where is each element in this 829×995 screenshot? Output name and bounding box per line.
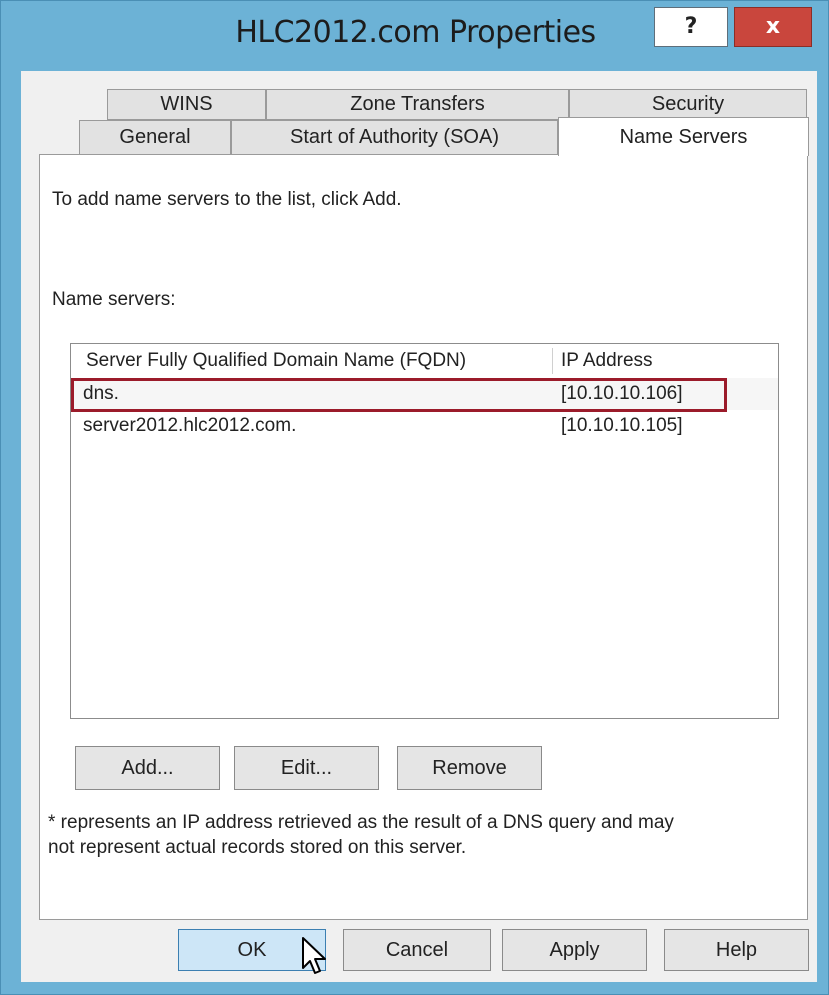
tab-start-of-authority[interactable]: Start of Authority (SOA) <box>231 120 558 155</box>
name-servers-list[interactable]: Server Fully Qualified Domain Name (FQDN… <box>70 343 779 719</box>
help-title-button[interactable]: ? <box>654 7 728 47</box>
cancel-button[interactable]: Cancel <box>343 929 491 971</box>
tab-wins[interactable]: WINS <box>107 89 266 120</box>
column-divider[interactable] <box>552 348 553 374</box>
tab-security[interactable]: Security <box>569 89 807 120</box>
highlight-box <box>71 378 727 412</box>
row-ip-address: [10.10.10.105] <box>561 415 683 436</box>
mouse-cursor-icon <box>302 937 326 974</box>
row-fqdn: server2012.hlc2012.com. <box>83 415 297 436</box>
dialog-client-area: WINS Zone Transfers Security General Sta… <box>21 71 817 982</box>
name-servers-label: Name servers: <box>52 289 176 310</box>
edit-button[interactable]: Edit... <box>234 746 379 790</box>
table-row[interactable]: server2012.hlc2012.com. [10.10.10.105] <box>71 410 778 442</box>
apply-button[interactable]: Apply <box>502 929 647 971</box>
tab-zone-transfers[interactable]: Zone Transfers <box>266 89 569 120</box>
table-row[interactable]: dns. [10.10.10.106] <box>71 378 778 412</box>
tab-general[interactable]: General <box>79 120 231 155</box>
column-header-fqdn[interactable]: Server Fully Qualified Domain Name (FQDN… <box>86 350 466 372</box>
dns-query-note-line2: not represent actual records stored on t… <box>48 837 467 858</box>
help-button[interactable]: Help <box>664 929 809 971</box>
dns-query-note-line1: * represents an IP address retrieved as … <box>48 812 674 833</box>
close-button[interactable]: x <box>734 7 812 47</box>
instruction-text: To add name servers to the list, click A… <box>52 189 402 210</box>
column-header-ip-address[interactable]: IP Address <box>561 350 653 372</box>
add-button[interactable]: Add... <box>75 746 220 790</box>
tab-name-servers[interactable]: Name Servers <box>558 117 809 156</box>
name-servers-panel: To add name servers to the list, click A… <box>39 154 808 920</box>
title-bar[interactable]: HLC2012.com Properties ? x <box>1 1 829 71</box>
remove-button[interactable]: Remove <box>397 746 542 790</box>
properties-dialog: HLC2012.com Properties ? x WINS Zone Tra… <box>0 0 829 995</box>
